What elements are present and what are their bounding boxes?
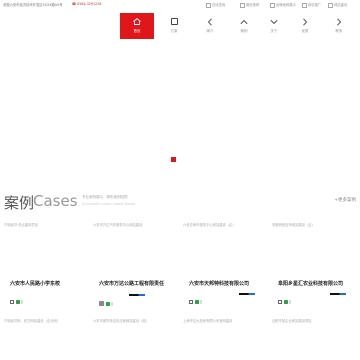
- promo-icon: [302, 2, 307, 8]
- case-tag-secondary: 宁城经济网，官方网站建设（企业网）: [4, 319, 61, 323]
- chevron-left-icon: [193, 17, 227, 26]
- nav-item-contact[interactable]: 联系: [322, 13, 356, 39]
- nav-label: 简介: [206, 29, 214, 33]
- video-icon[interactable]: [99, 301, 104, 306]
- topbar-link-4[interactable]: 网站推广: [302, 2, 321, 8]
- topbar-link-2[interactable]: 微信推荐: [240, 2, 259, 8]
- case-icons: ▯: [278, 291, 293, 304]
- loading-indicator: [171, 157, 176, 162]
- case-tag-secondary: 六安市城市综合执法局网站建设（政）: [93, 319, 150, 323]
- cases-section-header: 案例 Cases 专业案例展示，精彩案例回顾 Successful cases …: [4, 192, 360, 212]
- phone-icon[interactable]: ▯: [200, 299, 202, 304]
- nav-item-advantage[interactable]: 优势: [288, 13, 322, 39]
- progress-bar: [239, 293, 255, 295]
- nav-label: 联系: [335, 29, 343, 33]
- section-title-zh: 案例: [4, 194, 35, 212]
- progress-bar: [330, 293, 346, 295]
- topbar-link-5[interactable]: 网站建设: [328, 2, 347, 8]
- nav-label: 案例: [240, 29, 248, 33]
- nav-label: 关于: [270, 29, 278, 33]
- nav-label: 优势: [301, 29, 309, 33]
- chevron-down-icon: [257, 17, 291, 26]
- nav-label: 首页: [133, 29, 141, 33]
- case-name[interactable]: 六安市人民路小学东校: [10, 280, 60, 287]
- chevron-up-icon: [227, 17, 261, 26]
- main-nav: 首页 方案 简介 案例 关于 优势 联系: [0, 13, 360, 39]
- wechat-icon[interactable]: [194, 299, 199, 304]
- case-name[interactable]: 六安市万达公路工程有限责任: [99, 280, 164, 287]
- topbar-link-label: 微信推荐: [246, 3, 260, 7]
- phone-icon[interactable]: ▯: [289, 299, 291, 304]
- case-tag: 安徽皖西百商网站建设（企）: [272, 223, 315, 227]
- case-name[interactable]: 六安市天邦特科技有限公司: [189, 280, 249, 287]
- nav-item-cases[interactable]: 案例: [227, 13, 261, 39]
- topbar-link-label: 网站推广: [308, 3, 322, 7]
- chevron-right-icon: [288, 17, 322, 26]
- wechat-icon: [240, 2, 245, 8]
- phone-icon[interactable]: ▯: [111, 301, 113, 306]
- section-subtitle-en: Successful cases Latest Works: [82, 202, 136, 206]
- topbar-link-label: 网站建设: [334, 3, 348, 7]
- link-icon[interactable]: [10, 299, 14, 304]
- section-subtitle: 专业案例展示，精彩案例回顾: [82, 195, 128, 199]
- build-icon: [328, 2, 333, 8]
- nav-label: 方案: [170, 29, 178, 33]
- link-icon[interactable]: [189, 299, 193, 304]
- case-tag-secondary: 上海市交大投资有限公司官网建设: [183, 319, 233, 323]
- chevron-right-icon: [322, 17, 356, 26]
- case-tag: 六安市万达汽车服务中心网站建设: [93, 223, 143, 227]
- wechat-icon[interactable]: [15, 299, 20, 304]
- topbar-link-3[interactable]: 品牌案例展示: [270, 2, 296, 8]
- link-icon[interactable]: [278, 299, 282, 304]
- case-tag: 宁城经济·亮点建设项目: [4, 223, 39, 227]
- case-tag: 六安亦养市服务中心网站建设（企）: [183, 223, 236, 227]
- wechat-icon[interactable]: [283, 299, 288, 304]
- topbar-link-label: 品牌案例展示: [276, 3, 296, 7]
- case-icons: ▯: [189, 291, 204, 304]
- case-icons: ▯: [10, 291, 25, 304]
- nav-item-intro[interactable]: 简介: [193, 13, 227, 39]
- top-bar: 安徽六安市经济技术开发区XXXX路XX号 ☎ 0564-3291228 在线咨询…: [0, 0, 360, 10]
- progress-bar: [129, 294, 145, 296]
- nav-item-home[interactable]: 首页: [120, 13, 154, 39]
- case-name[interactable]: 阜阳乡星汇农业科技有限公司: [278, 280, 343, 287]
- phone-number[interactable]: ☎ 0564-3291228: [72, 2, 101, 6]
- more-cases-link[interactable]: +更多案例: [334, 197, 356, 203]
- square-icon: [157, 17, 191, 26]
- wechat-icon[interactable]: [105, 301, 110, 306]
- cases-icon: [270, 2, 275, 8]
- nav-item-about[interactable]: 关于: [257, 13, 291, 39]
- phone-icon[interactable]: ▯: [21, 299, 23, 304]
- address-text: 安徽六安市经济技术开发区XXXX路XX号: [3, 3, 63, 7]
- home-icon: [120, 17, 154, 26]
- topbar-link-label: 在线咨询: [212, 3, 226, 7]
- case-tag-secondary: 合肥市某企业网站建设项目: [272, 319, 312, 323]
- topbar-link-1[interactable]: 在线咨询: [206, 2, 225, 8]
- phone-value: 0564-3291228: [77, 2, 102, 6]
- nav-item-plan[interactable]: 方案: [157, 13, 191, 39]
- chat-icon: [206, 2, 211, 8]
- case-icons: ▯: [99, 293, 115, 306]
- section-title-en: Cases: [33, 192, 78, 210]
